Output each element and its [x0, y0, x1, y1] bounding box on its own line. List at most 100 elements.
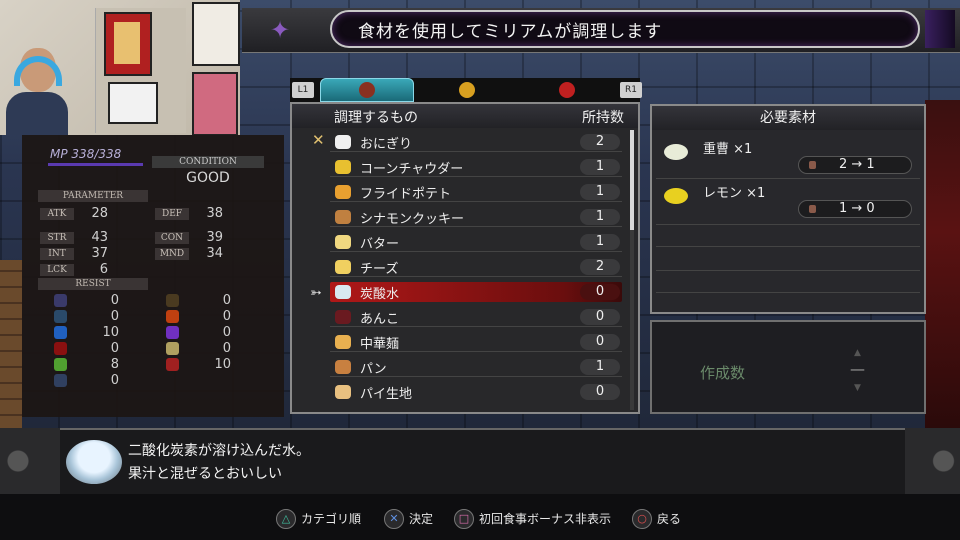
mp-display: MP 338/338 — [50, 147, 121, 161]
page-title: 食材を使用してミリアムが調理します — [358, 22, 663, 42]
slash-icon: 0 — [54, 293, 119, 308]
stat-lck: LCK 6 — [40, 262, 108, 277]
fire-icon: 0 — [166, 309, 231, 324]
selection-cursor-icon: ➳ — [310, 285, 322, 301]
cross-button-icon: ✕ — [384, 508, 404, 529]
recipe-row[interactable]: パン 1 — [330, 357, 622, 377]
recipe-row[interactable]: おにぎり 2 — [330, 132, 622, 152]
carbonated-water-large-icon — [66, 440, 122, 484]
divider — [656, 224, 920, 225]
cooking-pot-icon — [359, 82, 375, 98]
column-header-qty: 所持数 — [582, 110, 624, 126]
onigiri-icon — [335, 135, 351, 149]
plate-icon — [459, 82, 475, 98]
ice-icon: 10 — [54, 325, 119, 340]
square-button-icon: □ — [454, 508, 474, 529]
circle-button-icon: ○ — [632, 508, 652, 529]
strike-icon: 0 — [166, 293, 231, 308]
recipe-row[interactable]: 中華麺 0 — [330, 332, 622, 352]
material-count: 2 → 1 — [798, 156, 912, 174]
fries-icon — [335, 185, 351, 199]
tab-ingredients[interactable] — [520, 78, 614, 102]
craft-count-label: 作成数 — [700, 364, 746, 382]
dark-icon: 0 — [54, 373, 119, 388]
divider — [656, 246, 920, 247]
webcam-poster — [192, 2, 240, 66]
divider — [656, 292, 920, 293]
webcam-person — [6, 42, 68, 135]
stat-con: CON 39 — [155, 230, 223, 245]
recipe-row[interactable]: チーズ 2 — [330, 257, 622, 277]
hint-category-sort[interactable]: △ カテゴリ順 — [276, 508, 361, 530]
noodles-icon — [335, 335, 351, 349]
stat-str: STR 43 — [40, 230, 108, 245]
baking-soda-icon — [664, 144, 688, 160]
pie-crust-icon — [335, 385, 351, 399]
cheese-icon — [335, 260, 351, 274]
craft-count-panel — [650, 320, 926, 414]
recipe-row[interactable]: フライドポテト 1 — [330, 182, 622, 202]
column-header-name: 調理するもの — [334, 110, 418, 126]
butter-icon — [335, 235, 351, 249]
recipe-row[interactable]: シナモンクッキー 1 — [330, 207, 622, 227]
tab-next-button[interactable]: R1 — [620, 82, 642, 98]
light-icon: 0 — [166, 341, 231, 356]
background-brick-wall — [0, 260, 22, 430]
recipe-row[interactable]: コーンチャウダー 1 — [330, 157, 622, 177]
stat-atk: ATK 28 — [40, 206, 108, 221]
material-count: 1 → 0 — [798, 200, 912, 218]
condition-value: GOOD — [186, 170, 230, 186]
tab-prev-button[interactable]: L1 — [292, 82, 314, 98]
lemon-icon — [664, 188, 688, 204]
anko-icon — [335, 310, 351, 324]
tab-cooking[interactable] — [320, 78, 414, 102]
inventory-bag-icon — [809, 205, 816, 213]
recipe-list-header: 調理するもの 所持数 — [292, 104, 638, 128]
description-text: 二酸化炭素が溶け込んだ水。 — [128, 443, 310, 459]
webcam-overlay — [0, 0, 240, 135]
mp-value: 338/338 — [71, 147, 122, 161]
title-ornament — [925, 10, 955, 48]
emblem-icon: ✦ — [269, 16, 291, 44]
parameter-label: PARAMETER — [38, 190, 148, 202]
webcam-poster — [108, 82, 158, 124]
recipe-row-selected[interactable]: 炭酸水 0 — [330, 282, 622, 302]
condition-label: CONDITION — [152, 156, 264, 168]
mp-bar — [48, 163, 143, 166]
material-item: 重曹 ×1 2 → 1 — [656, 134, 920, 178]
crossed-utensils-icon: ✕ — [312, 131, 325, 149]
increase-arrow-icon[interactable]: ▲ — [854, 348, 861, 358]
background-red-pattern — [925, 100, 960, 430]
lightning-icon: 0 — [166, 325, 231, 340]
triangle-button-icon: △ — [276, 508, 296, 529]
decrease-arrow-icon[interactable]: ▼ — [854, 383, 861, 393]
cookie-icon — [335, 210, 351, 224]
hint-toggle-bonus[interactable]: □ 初回食事ボーナス非表示 — [454, 508, 611, 530]
webcam-poster — [104, 12, 152, 76]
recipe-row[interactable]: あんこ 0 — [330, 307, 622, 327]
mp-label: MP — [50, 147, 68, 161]
stat-def: DEF 38 — [155, 206, 223, 221]
material-item: レモン ×1 1 → 0 — [656, 178, 920, 222]
webcam-poster — [192, 72, 238, 135]
recipe-row[interactable]: パイ生地 0 — [330, 382, 622, 402]
ornament-right — [905, 428, 960, 494]
recipe-list-scrollbar[interactable] — [630, 130, 634, 410]
craft-count-value[interactable]: — — [850, 360, 865, 378]
hint-confirm[interactable]: ✕ 決定 — [384, 508, 433, 530]
scrollbar-thumb[interactable] — [630, 130, 634, 230]
petrify-icon: 0 — [54, 341, 119, 356]
poison-icon: 8 — [54, 357, 119, 372]
carbonated-water-icon — [335, 285, 351, 299]
tab-meals[interactable] — [420, 78, 514, 102]
description-text: 果汁と混ぜるとおいしい — [128, 466, 282, 482]
stat-mnd: MND 34 — [155, 246, 223, 261]
materials-header: 必要素材 — [652, 106, 924, 130]
pierce-icon: 0 — [54, 309, 119, 324]
inventory-bag-icon — [809, 161, 816, 169]
curse-icon: 10 — [166, 357, 231, 372]
recipe-row[interactable]: バター 1 — [330, 232, 622, 252]
hint-back[interactable]: ○ 戻る — [632, 508, 681, 530]
meat-icon — [559, 82, 575, 98]
stat-int: INT 37 — [40, 246, 108, 261]
